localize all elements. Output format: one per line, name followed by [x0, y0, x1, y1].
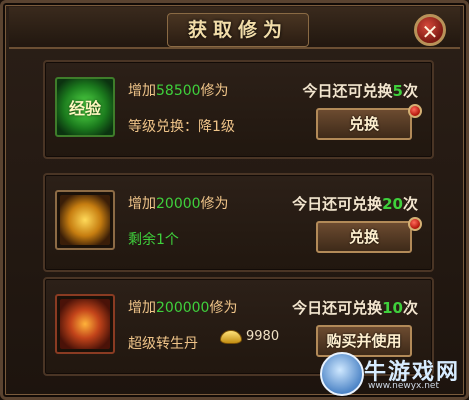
rebirth-pill-icon: [55, 294, 115, 354]
remaining-count-text: 今日还可兑换10次: [292, 299, 418, 317]
site-watermark: 牛游戏网 www.newyx.net: [320, 352, 465, 396]
exp-icon-label: 经验: [68, 99, 101, 118]
notification-dot-icon: [408, 217, 422, 231]
exp-icon: 经验: [55, 77, 115, 137]
gain-amount: 20000: [156, 196, 201, 212]
exchange-cost-text: 等级兑换：降1级: [128, 119, 235, 135]
dialog-title: 获取修为: [167, 13, 309, 47]
title-bar: 获取修为 ✕: [9, 7, 460, 49]
gain-amount: 200000: [156, 300, 210, 316]
exchange-button[interactable]: 兑换: [316, 221, 412, 253]
notification-dot-icon: [408, 104, 422, 118]
close-button[interactable]: ✕: [414, 14, 446, 46]
price-value: 9980: [246, 329, 280, 344]
mascot-logo-icon: [320, 352, 364, 396]
gold-ingot-icon: [220, 329, 242, 344]
exchange-button[interactable]: 兑换: [316, 108, 412, 140]
remaining-count: 10: [382, 299, 403, 317]
price-display: 9980: [220, 329, 279, 344]
cultivation-gain-text: 增加200000修为: [128, 300, 238, 316]
item-name-text: 超级转生丹: [128, 336, 198, 352]
close-icon: ✕: [421, 20, 439, 44]
cultivation-gain-text: 增加20000修为: [128, 196, 229, 212]
exchange-option-orb: 增加20000修为 剩余1个 今日还可兑换20次 兑换: [43, 173, 434, 272]
remaining-items-text: 剩余1个: [128, 232, 179, 248]
remaining-count: 20: [382, 195, 403, 213]
watermark-url: www.newyx.net: [368, 381, 440, 391]
cultivation-gain-text: 增加58500修为: [128, 83, 229, 99]
gold-orb-icon: [55, 190, 115, 250]
gain-amount: 58500: [156, 83, 201, 99]
remaining-count-text: 今日还可兑换20次: [292, 195, 418, 213]
remaining-count: 5: [392, 82, 403, 100]
remaining-count-text: 今日还可兑换5次: [302, 82, 418, 100]
exchange-dialog: 获取修为 ✕ 经验 增加58500修为 等级兑换：降1级 今日还可兑换5次 兑换…: [0, 0, 469, 400]
exchange-option-exp: 经验 增加58500修为 等级兑换：降1级 今日还可兑换5次 兑换: [43, 60, 434, 159]
